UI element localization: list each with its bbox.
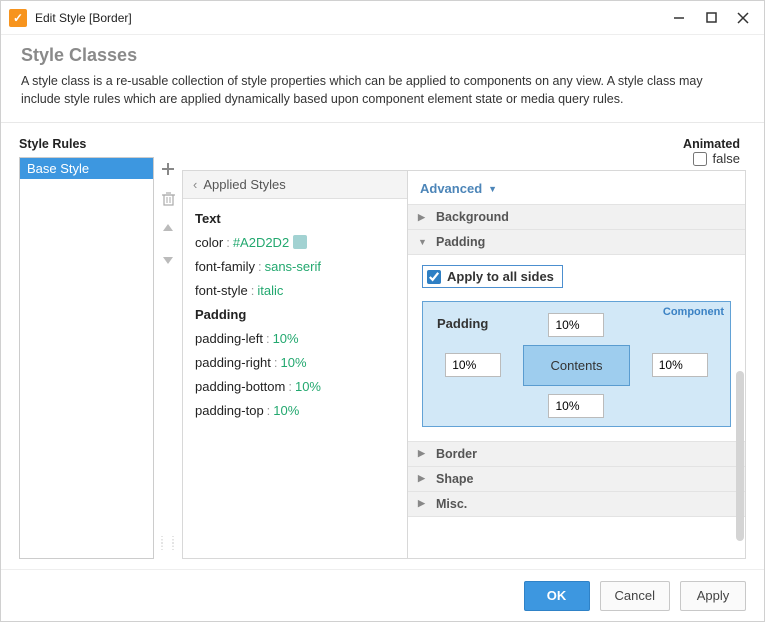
section-misc[interactable]: ▶Misc. [408,491,745,517]
apply-all-sides[interactable]: Apply to all sides [422,265,563,288]
move-up-icon[interactable] [160,221,176,237]
close-button[interactable] [736,11,750,25]
prop-color[interactable]: color:#A2D2D2 [195,235,395,250]
titlebar: ✓ Edit Style [Border] [1,1,764,35]
animated-checkbox[interactable] [693,152,707,166]
padding-right-input[interactable] [652,353,708,377]
color-swatch [293,235,307,249]
app-icon: ✓ [9,9,27,27]
move-down-icon[interactable] [160,251,176,267]
style-rules-column: Style Rules Base Style [19,137,154,559]
component-badge: Component [663,306,724,318]
add-icon[interactable] [160,161,176,177]
advanced-dropdown[interactable]: Advanced ▼ [408,171,745,204]
window-controls [672,11,750,25]
contents-box: Contents [523,345,629,386]
section-border[interactable]: ▶Border [408,441,745,467]
page-description: A style class is a re-usable collection … [21,72,744,108]
maximize-button[interactable] [704,11,718,25]
property-panels: ‹ Applied Styles Text color:#A2D2D2 font… [182,170,746,559]
expand-icon: ▶ [418,498,428,509]
dialog-body: Style Rules Base Style ⋮⋮⋮⋮⋮⋮ Animated f… [1,123,764,569]
advanced-label: Advanced [420,181,482,196]
minimize-button[interactable] [672,11,686,25]
ok-button[interactable]: OK [524,581,590,611]
group-heading-text: Text [195,211,395,226]
padding-bottom-input[interactable] [548,394,604,418]
style-rules-label: Style Rules [19,137,154,151]
edit-style-window: ✓ Edit Style [Border] Style Classes A st… [0,0,765,622]
applied-styles-header[interactable]: ‹ Applied Styles [183,171,407,199]
collapse-icon: ▼ [418,237,428,247]
section-padding[interactable]: ▼Padding [408,229,745,255]
scrollbar-thumb[interactable] [736,371,744,541]
section-shape[interactable]: ▶Shape [408,466,745,492]
back-chevron-icon[interactable]: ‹ [193,177,197,192]
splitter-grip[interactable]: ⋮⋮⋮⋮⋮⋮ [157,539,179,548]
advanced-panel: Advanced ▼ ▶Background ▼Padding Apply to… [408,171,745,558]
apply-button[interactable]: Apply [680,581,746,611]
box-model: Component Padding Contents [422,301,731,427]
apply-all-checkbox[interactable] [427,270,441,284]
chevron-down-icon: ▼ [488,184,497,194]
expand-icon: ▶ [418,448,428,459]
prop-font-family[interactable]: font-family:sans-serif [195,259,395,274]
prop-font-style[interactable]: font-style:italic [195,283,395,298]
prop-padding-left[interactable]: padding-left:10% [195,331,395,346]
trash-icon[interactable] [160,191,176,207]
group-heading-padding: Padding [195,307,395,322]
dialog-header: Style Classes A style class is a re-usab… [1,35,764,123]
window-title: Edit Style [Border] [35,11,672,25]
dialog-footer: OK Cancel Apply [1,569,764,621]
style-rule-item[interactable]: Base Style [20,158,153,179]
applied-styles-title: Applied Styles [203,177,285,192]
applied-styles-panel: ‹ Applied Styles Text color:#A2D2D2 font… [183,171,408,558]
expand-icon: ▶ [418,473,428,484]
applied-styles-body: Text color:#A2D2D2 font-family:sans-seri… [183,199,407,435]
page-title: Style Classes [21,45,744,66]
animated-row: Animated false [182,137,746,166]
section-background[interactable]: ▶Background [408,204,745,230]
expand-icon: ▶ [418,212,428,223]
padding-top-input[interactable] [548,313,604,337]
padding-editor: Apply to all sides Component Padding Con… [408,255,745,441]
properties-area: Animated false ‹ Applied Styles Text c [182,137,746,559]
animated-value: false [713,151,740,166]
style-rules-list[interactable]: Base Style [19,157,154,559]
prop-padding-bottom[interactable]: padding-bottom:10% [195,379,395,394]
list-toolbar: ⋮⋮⋮⋮⋮⋮ [154,137,182,559]
animated-label: Animated [683,137,740,151]
padding-left-input[interactable] [445,353,501,377]
prop-padding-right[interactable]: padding-right:10% [195,355,395,370]
prop-padding-top[interactable]: padding-top:10% [195,403,395,418]
cancel-button[interactable]: Cancel [600,581,670,611]
